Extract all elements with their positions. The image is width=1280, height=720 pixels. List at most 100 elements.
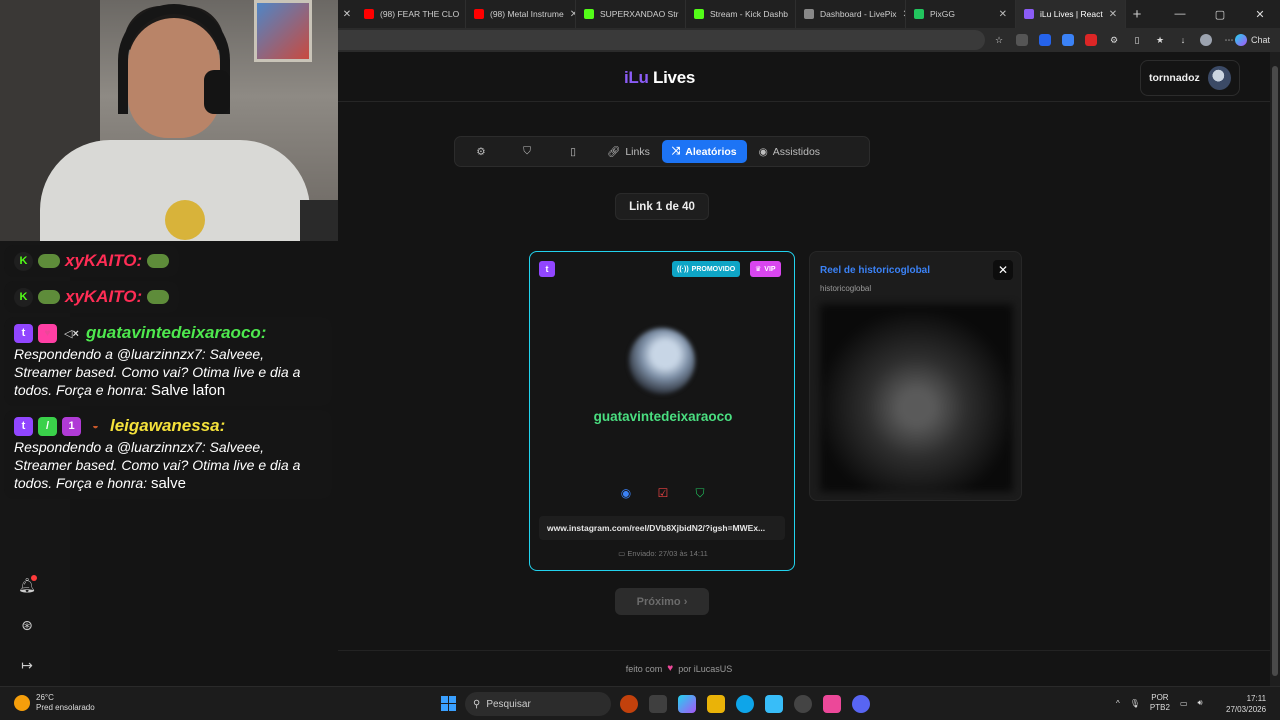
twitch-icon: t: [14, 416, 33, 436]
chat-message: K xyKAITO:: [4, 281, 180, 313]
nav-tabs: ⚙ ⛉ ▯ 🔗︎ Links ⤨ Aleatórios ◉ Assistidos: [454, 136, 870, 167]
microphone-icon[interactable]: 🎙︎: [1130, 699, 1140, 708]
browser-tab[interactable]: PixGG ✕: [906, 0, 1016, 28]
edge-icon[interactable]: [736, 695, 754, 713]
emote-icon: [147, 254, 170, 268]
link-url[interactable]: www.instagram.com/reel/DVb8XjbidN2/?igsh…: [539, 516, 785, 540]
clock[interactable]: 17:11 27/03/2026: [1226, 693, 1266, 715]
eye-icon: ◉: [758, 145, 768, 158]
minimize-button[interactable]: —: [1160, 8, 1200, 21]
new-tab-button[interactable]: +: [1126, 6, 1148, 23]
extension-icon[interactable]: [1038, 34, 1051, 46]
link-card: t ((·)) PROMOVIDO ♛ VIP guatavintedeixarao…: [529, 251, 795, 571]
close-icon[interactable]: ✕: [338, 9, 356, 20]
tab-aleatorios[interactable]: ⤨ Aleatórios: [661, 140, 747, 163]
preview-title[interactable]: Reel de historicoglobal: [820, 265, 930, 276]
app-header: iLu Lives tornnadoz: [338, 52, 1270, 102]
browser-tab[interactable]: Stream - Kick Dashb✕: [686, 0, 796, 28]
first-badge-icon: 1: [62, 416, 81, 436]
emote-icon: [38, 290, 60, 304]
sent-timestamp: ▭ Enviado: 27/03 às 14:11: [618, 549, 708, 558]
browser-tab[interactable]: SUPERXANDAO Str✕: [576, 0, 686, 28]
heart-icon: ♥: [667, 663, 674, 674]
network-icon[interactable]: ▭: [1180, 699, 1188, 708]
sidebar-icons: 🔔︎ ⊛ ↦: [18, 575, 37, 674]
shuffle-icon: ⤨: [671, 145, 681, 157]
chat-message: t ♥ ◁× guatavintedeixaraoco: Respondendo…: [4, 317, 332, 406]
close-button[interactable]: ✕: [993, 260, 1013, 280]
weather-widget[interactable]: 26°C Pred ensolarado: [14, 693, 95, 713]
next-button[interactable]: Próximo ›: [615, 588, 709, 615]
discord-icon[interactable]: [852, 695, 870, 713]
extension-icon[interactable]: [1084, 34, 1097, 46]
bell-icon[interactable]: 🔔︎: [18, 575, 37, 594]
tab-links[interactable]: 🔗︎ Links: [597, 140, 660, 163]
maximize-button[interactable]: ▢: [1200, 8, 1240, 21]
browser-tab-active[interactable]: iLu Lives | React ✕: [1016, 0, 1126, 28]
profile-icon[interactable]: [1199, 34, 1212, 46]
copilot-icon[interactable]: [678, 695, 696, 713]
check-square-icon[interactable]: ☑: [655, 485, 671, 501]
close-window-button[interactable]: ✕: [1240, 8, 1280, 21]
chat-message: K xyKAITO:: [4, 245, 180, 277]
taskbar-search[interactable]: ⚲ Pesquisar: [465, 692, 611, 716]
browser-tab[interactable]: (98) Metal Instrume✕: [466, 0, 576, 28]
chevron-up-icon[interactable]: ^: [1116, 699, 1120, 708]
sun-icon: [14, 695, 30, 711]
language-indicator[interactable]: POR PTB2: [1150, 693, 1170, 713]
tab-saved[interactable]: ▯: [551, 140, 595, 163]
card-username: guatavintedeixaraoco: [593, 409, 733, 424]
footer: feito com ♥ por iLucasUS: [338, 650, 1270, 686]
more-icon[interactable]: ⋯: [1223, 34, 1235, 46]
kick-icon: K: [14, 287, 33, 307]
photos-icon[interactable]: [765, 695, 783, 713]
favorites-icon[interactable]: ★: [1154, 34, 1166, 46]
obs-icon[interactable]: [794, 695, 812, 713]
crown-icon: ♛: [755, 266, 762, 273]
extension-icon[interactable]: [1061, 34, 1074, 46]
gear-icon: ⚙: [476, 145, 486, 158]
emote-icon: [147, 290, 170, 304]
logout-icon[interactable]: ↦: [18, 656, 36, 674]
sword-badge-icon: /: [38, 416, 57, 436]
taskbar: 26°C Pred ensolarado ⚲ Pesquisar ^ 🎙︎ POR P…: [0, 686, 1280, 720]
app-icon[interactable]: [823, 695, 841, 713]
folder-icon[interactable]: [707, 695, 725, 713]
eye-icon[interactable]: ◉: [618, 485, 634, 501]
video-preview[interactable]: [820, 304, 1013, 492]
heart-badge-icon: ♥: [38, 323, 57, 343]
puzzle-icon[interactable]: ⚙: [1108, 34, 1120, 46]
youtube-icon: [364, 9, 374, 19]
browser-tab[interactable]: Dashboard - LivePix✕: [796, 0, 906, 28]
extension-icon[interactable]: [1015, 34, 1028, 46]
taskbar-app-icon[interactable]: [620, 695, 638, 713]
star-icon[interactable]: ☆: [993, 34, 1005, 46]
scrollbar[interactable]: [1270, 52, 1280, 686]
chat-message: t / 1 ◒ leigawanessa: Respondendo a @lua…: [4, 410, 332, 499]
start-button[interactable]: [441, 696, 456, 711]
twitch-icon: t: [539, 261, 555, 277]
browser-tab[interactable]: (98) FEAR THE CLO✕: [356, 0, 466, 28]
mute-icon: ◁×: [64, 327, 79, 340]
kick-icon: [694, 9, 704, 19]
shield-icon[interactable]: ⛉: [692, 485, 708, 501]
promoted-badge: ((·)) PROMOVIDO: [672, 261, 741, 277]
webcam-overlay: [0, 0, 338, 241]
close-icon[interactable]: ✕: [1109, 9, 1117, 20]
task-view-icon[interactable]: [649, 695, 667, 713]
user-menu[interactable]: tornnadoz: [1140, 60, 1240, 96]
split-screen-icon[interactable]: ▯: [1131, 34, 1143, 46]
preview-subtitle: historicoglobal: [820, 284, 872, 293]
tab-moderation[interactable]: ⛉: [505, 140, 549, 163]
close-icon[interactable]: ✕: [999, 9, 1007, 20]
volume-icon[interactable]: 🔊︎: [1198, 698, 1203, 708]
chat-overlay: K xyKAITO: K xyKAITO: t ♥ ◁× guatavinted…: [4, 245, 336, 503]
support-icon[interactable]: ⊛: [18, 616, 36, 634]
youtube-icon: [474, 9, 484, 19]
url-input[interactable]: [338, 30, 985, 50]
copilot-chat-button[interactable]: Chat: [1234, 34, 1270, 46]
tab-assistidos[interactable]: ◉ Assistidos: [749, 140, 830, 163]
ilu-icon: [1024, 9, 1034, 19]
tab-settings[interactable]: ⚙: [459, 140, 503, 163]
download-icon[interactable]: ↓: [1177, 34, 1189, 46]
